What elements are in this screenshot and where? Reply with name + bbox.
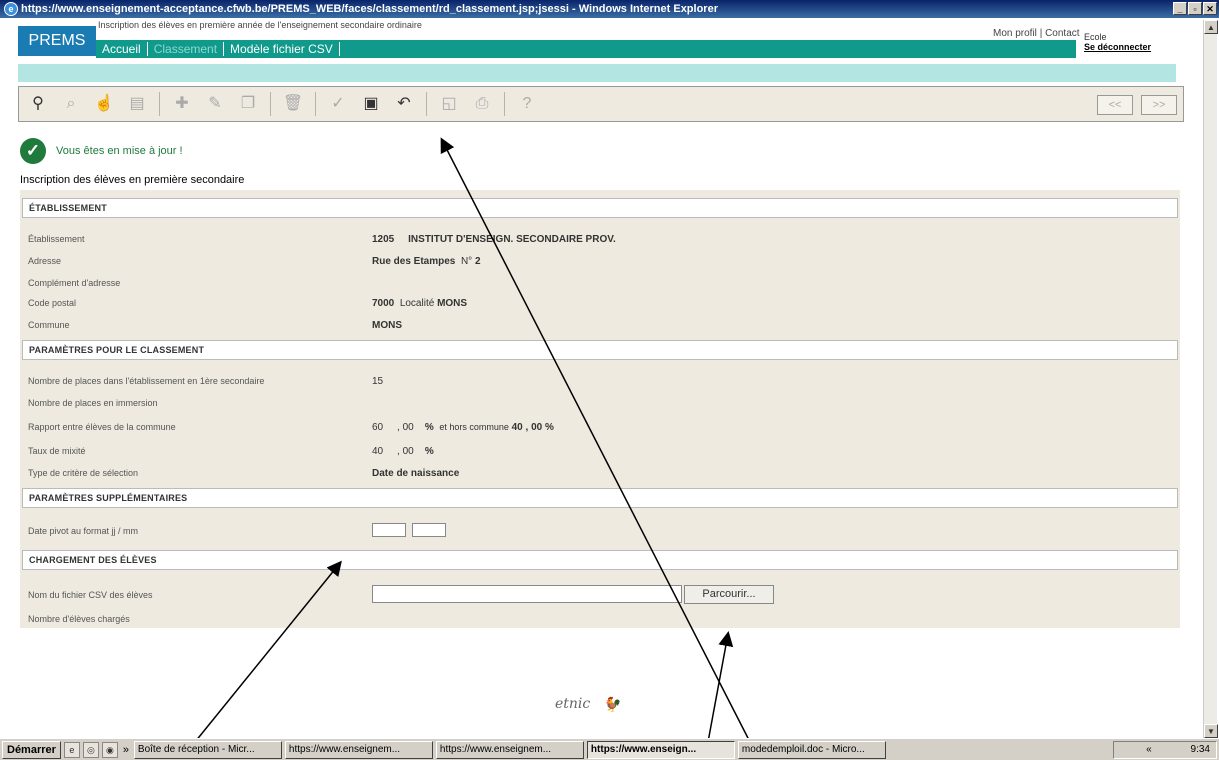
system-tray: « 9:34 <box>1113 741 1217 759</box>
arrow-to-toolbar <box>440 137 751 743</box>
quicklaunch-ie-icon[interactable]: e <box>63 741 80 758</box>
annotation-arrows <box>194 137 751 743</box>
tray-expand[interactable]: « <box>1146 744 1152 755</box>
task-word[interactable]: modedemploil.doc - Micro... <box>737 740 886 759</box>
quicklaunch-outlook-icon[interactable]: ◎ <box>82 741 99 758</box>
task-outlook[interactable]: Boîte de réception - Micr... <box>133 740 282 759</box>
arrow-to-browse <box>707 631 734 743</box>
quicklaunch-more[interactable]: » <box>121 744 131 756</box>
taskbar: Démarrer e ◎ ◉ » Boîte de réception - Mi… <box>0 738 1219 760</box>
arrow-to-chargement <box>194 560 342 743</box>
task-ie-active[interactable]: https://www.enseign... <box>586 740 735 759</box>
quicklaunch-media-icon[interactable]: ◉ <box>101 741 118 758</box>
task-ie-1[interactable]: https://www.enseignem... <box>284 740 433 759</box>
task-ie-2[interactable]: https://www.enseignem... <box>435 740 584 759</box>
clock: 9:34 <box>1190 744 1210 755</box>
start-button[interactable]: Démarrer <box>2 740 61 759</box>
